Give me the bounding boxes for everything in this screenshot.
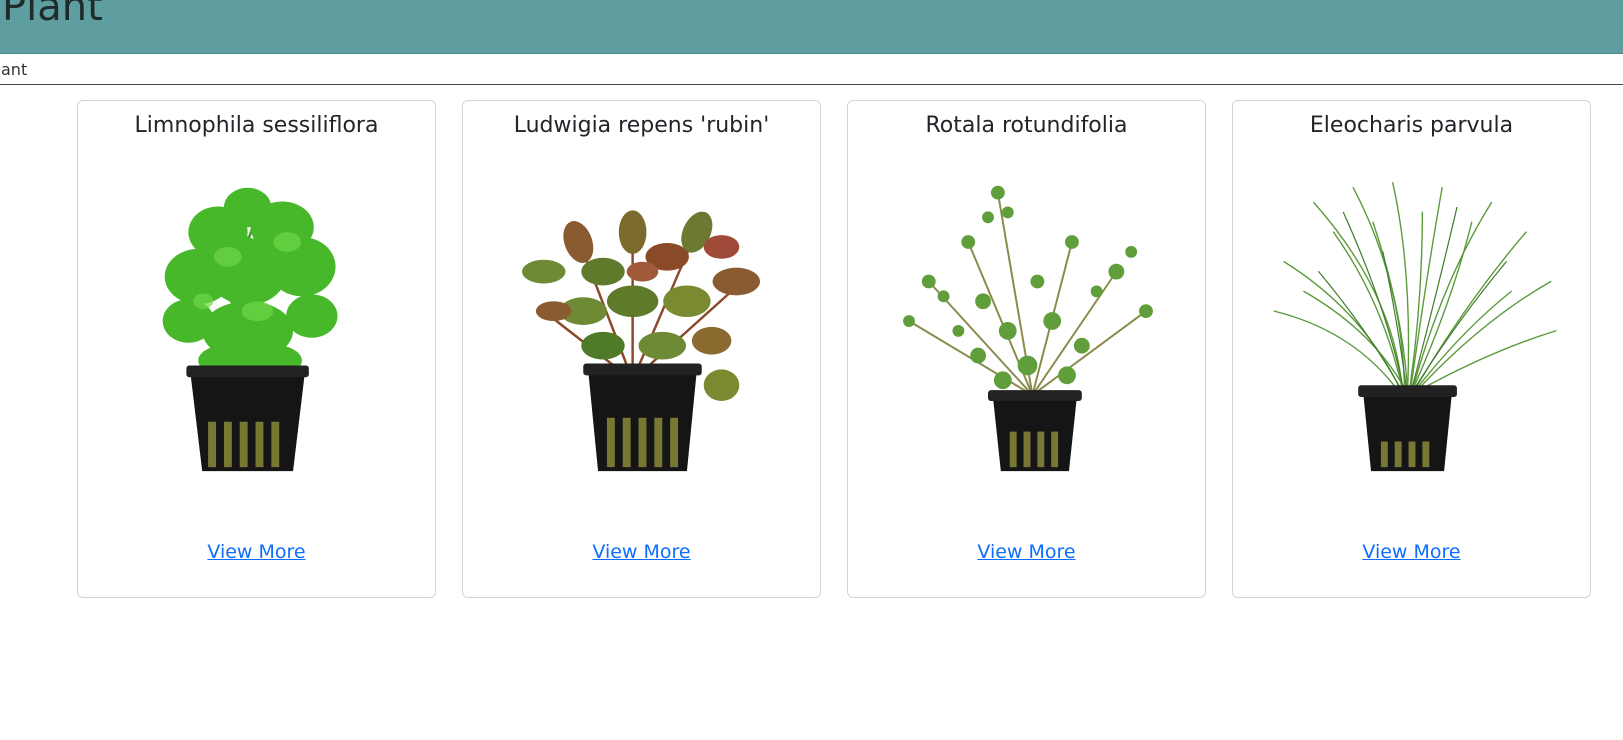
foliage-tufts [162,187,338,377]
plant-image [522,210,761,472]
site-header: Plant [0,0,1623,54]
plant-card: Rotala rotundifolia View More [847,100,1206,598]
card-title: Eleocharis parvula [1309,113,1514,138]
plant-card: Limnophila sessiliflora View More [77,100,436,598]
page-title: Plant [2,0,103,30]
pot [1358,385,1457,472]
plant-card-list: Limnophila sessiliflora View More Ludwig… [77,100,1591,598]
plant-image [162,187,338,472]
view-more-link[interactable]: View More [78,541,435,563]
plant-image [1273,182,1557,472]
plant-card: Eleocharis parvula View More [1232,100,1591,598]
leaves [903,185,1153,390]
search-input[interactable] [0,54,1623,85]
view-more-link[interactable]: View More [1233,541,1590,563]
card-title: Ludwigia repens 'rubin' [513,113,770,138]
card-title: Limnophila sessiliflora [134,113,379,138]
pot [988,390,1082,472]
pot [186,365,309,472]
view-more-link[interactable]: View More [848,541,1205,563]
view-more-link[interactable]: View More [463,541,820,563]
plant-image [903,185,1153,472]
card-title: Rotala rotundifolia [925,113,1128,138]
plant-card: Ludwigia repens 'rubin' View More [462,100,821,598]
pot [583,363,702,472]
grass-blades [1273,182,1557,391]
